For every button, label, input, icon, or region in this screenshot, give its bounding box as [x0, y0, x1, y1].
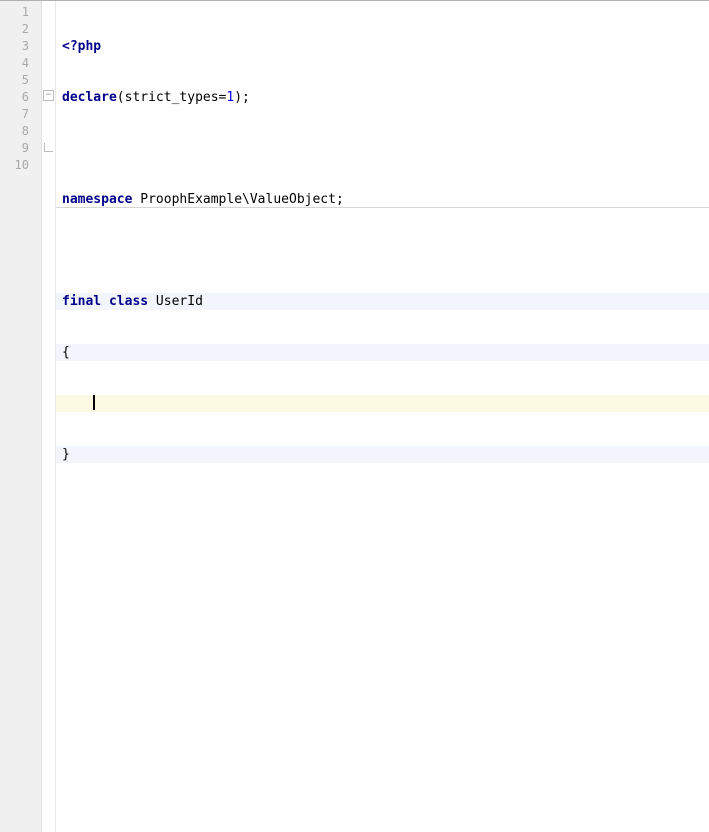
code-line[interactable]	[56, 140, 709, 157]
keyword-class: class	[109, 294, 148, 309]
php-open-tag: <?php	[62, 39, 101, 54]
fold-column	[42, 1, 56, 832]
indent	[62, 397, 93, 412]
line-number: 1	[0, 4, 29, 21]
code-text	[101, 294, 109, 309]
line-number-gutter: 1 2 3 4 5 6 7 8 9 10	[0, 1, 42, 832]
keyword-namespace: namespace	[62, 192, 132, 207]
class-name: UserId	[148, 294, 203, 309]
code-line[interactable]: final class UserId	[56, 293, 709, 310]
code-line[interactable]	[56, 242, 709, 259]
brace-close: }	[62, 447, 70, 462]
code-line[interactable]: {	[56, 344, 709, 361]
code-editor[interactable]: <?php declare(strict_types=1); namespace…	[56, 1, 709, 832]
line-number: 5	[0, 72, 29, 89]
code-line[interactable]	[56, 497, 709, 514]
code-text: (strict_types=	[117, 90, 227, 105]
line-number: 9	[0, 140, 29, 157]
line-number: 10	[0, 157, 29, 174]
line-number: 4	[0, 55, 29, 72]
keyword-declare: declare	[62, 90, 117, 105]
fold-end-icon	[44, 143, 53, 152]
code-line[interactable]: declare(strict_types=1);	[56, 89, 709, 106]
line-number: 8	[0, 123, 29, 140]
brace-open: {	[62, 345, 70, 360]
keyword-final: final	[62, 294, 101, 309]
text-caret	[93, 395, 95, 410]
code-line[interactable]: <?php	[56, 38, 709, 55]
fold-toggle-icon[interactable]	[43, 90, 54, 101]
code-text: );	[234, 90, 250, 105]
code-line-current[interactable]	[56, 395, 709, 412]
line-number: 2	[0, 21, 29, 38]
code-line[interactable]: }	[56, 446, 709, 463]
line-number: 7	[0, 106, 29, 123]
line-number: 6	[0, 89, 29, 106]
code-line[interactable]: namespace ProophExample\ValueObject;	[56, 191, 709, 208]
line-number: 3	[0, 38, 29, 55]
namespace-path: ProophExample\ValueObject;	[132, 192, 343, 207]
